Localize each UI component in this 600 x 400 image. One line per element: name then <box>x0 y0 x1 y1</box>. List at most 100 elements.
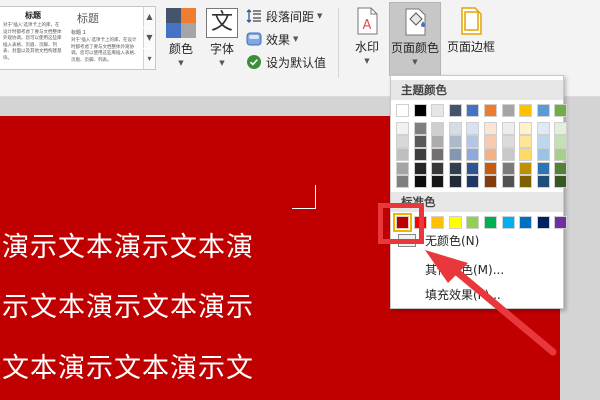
theme-shade-swatch[interactable] <box>484 148 497 162</box>
style-thumb-2[interactable]: 标题 标题 1 对于'插入'选项卡上的库，在设计时都考虑了要与文档整体外观协调。… <box>67 7 143 69</box>
theme-color-swatch[interactable] <box>484 104 497 117</box>
theme-shade-swatch[interactable] <box>413 135 427 149</box>
theme-shade-swatch[interactable] <box>396 174 409 188</box>
theme-shade-swatch[interactable] <box>536 148 550 162</box>
standard-color-swatch[interactable] <box>448 216 462 229</box>
theme-shade-swatch[interactable] <box>466 148 480 162</box>
theme-shade-swatch[interactable] <box>448 148 462 162</box>
theme-shade-swatch[interactable] <box>501 135 515 149</box>
theme-shade-swatch[interactable] <box>536 161 550 175</box>
chevron-down-icon: ▼ <box>178 59 184 67</box>
theme-shade-swatch[interactable] <box>466 174 480 188</box>
theme-shade-swatch[interactable] <box>466 135 480 149</box>
standard-color-swatch[interactable] <box>431 216 445 229</box>
set-as-default-label: 设为默认值 <box>266 55 327 70</box>
paragraph-spacing-icon <box>246 8 262 24</box>
theme-shade-swatch[interactable] <box>554 174 568 188</box>
gallery-scroll-down[interactable]: ▼ <box>143 28 155 48</box>
standard-color-swatch[interactable] <box>519 216 533 229</box>
theme-shade-swatch[interactable] <box>519 122 533 135</box>
theme-color-swatch[interactable] <box>519 104 533 117</box>
document-text-line[interactable]: 演示文本演示文本演 <box>2 225 254 264</box>
style-gallery[interactable]: 标题 对于'插入'选项卡上的库，在设计时都考虑了要与文档整体外观协调。您可以使用… <box>0 6 156 70</box>
theme-shade-swatch[interactable] <box>396 135 409 149</box>
document-text-line[interactable]: 示文本演示文本演示 <box>2 285 254 324</box>
watermark-button[interactable]: A 水印 ▼ <box>347 6 387 65</box>
style-thumb-1[interactable]: 标题 对于'插入'选项卡上的库，在设计时都考虑了要与文档整体外观协调。您可以使用… <box>0 7 67 69</box>
theme-shade-swatch[interactable] <box>413 161 427 175</box>
theme-shade-swatch[interactable] <box>431 122 445 135</box>
theme-shade-swatch[interactable] <box>448 135 462 149</box>
theme-color-swatch[interactable] <box>431 104 445 117</box>
theme-shade-swatch[interactable] <box>448 174 462 188</box>
theme-shade-swatch[interactable] <box>501 174 515 188</box>
page-color-label: 页面颜色 <box>390 41 439 55</box>
theme-shade-swatch[interactable] <box>448 122 462 135</box>
standard-color-swatch[interactable] <box>501 216 515 229</box>
theme-shade-swatch[interactable] <box>413 148 427 162</box>
gallery-expand[interactable]: ▾ <box>143 49 155 69</box>
page-borders-button[interactable]: 页面边框 <box>445 6 497 55</box>
theme-color-swatch[interactable] <box>396 104 409 117</box>
more-colors-item[interactable]: 其他颜色(M)... <box>425 260 504 280</box>
set-as-default-button[interactable]: 设为默认值 <box>246 52 326 72</box>
theme-shade-swatch[interactable] <box>396 148 409 162</box>
theme-shade-swatch[interactable] <box>519 148 533 162</box>
theme-color-swatch[interactable] <box>536 104 550 117</box>
theme-shade-swatch[interactable] <box>536 174 550 188</box>
paragraph-spacing-button[interactable]: 段落间距 ▼ <box>246 6 322 26</box>
chevron-down-icon: ▼ <box>412 58 418 66</box>
theme-shade-swatch[interactable] <box>431 148 445 162</box>
theme-shade-swatch[interactable] <box>501 148 515 162</box>
theme-shade-swatch[interactable] <box>466 122 480 135</box>
document-text-line[interactable]: 文本演示文本演示文 <box>2 346 254 385</box>
theme-shade-swatch[interactable] <box>396 122 409 135</box>
style-thumb-1-body: 对于'插入'选项卡上的库，在设计时都考虑了要与文档整体外观协调。您可以使用这些库… <box>3 23 62 61</box>
theme-shade-swatch[interactable] <box>554 161 568 175</box>
no-color-item[interactable]: 无颜色(N) <box>425 231 479 251</box>
style-thumb-2-body: 对于'插入'选项卡上的库，在设计时都考虑了要与文档整体外观协调。您可以使用这些库… <box>71 38 139 63</box>
theme-shade-swatch[interactable] <box>554 135 568 149</box>
page-border-icon <box>456 6 486 36</box>
theme-shade-swatch[interactable] <box>431 174 445 188</box>
fonts-button[interactable]: 文 字体 ▼ <box>203 8 241 67</box>
theme-shade-swatch[interactable] <box>448 161 462 175</box>
chevron-down-icon: ▼ <box>317 12 323 20</box>
theme-color-swatch[interactable] <box>466 104 480 117</box>
theme-shade-swatch[interactable] <box>431 135 445 149</box>
theme-color-swatch[interactable] <box>448 104 462 117</box>
fill-effects-item[interactable]: 填充效果(F)... <box>425 285 501 305</box>
theme-shade-swatch[interactable] <box>484 135 497 149</box>
theme-shade-swatch[interactable] <box>396 161 409 175</box>
standard-color-swatch[interactable] <box>484 216 497 229</box>
standard-color-swatch[interactable] <box>554 216 568 229</box>
theme-shade-swatch[interactable] <box>536 135 550 149</box>
theme-color-swatch[interactable] <box>413 104 427 117</box>
theme-color-swatch[interactable] <box>554 104 568 117</box>
theme-color-swatch[interactable] <box>501 104 515 117</box>
standard-color-swatch[interactable] <box>466 216 480 229</box>
theme-shade-swatch[interactable] <box>519 174 533 188</box>
theme-shade-swatch[interactable] <box>536 122 550 135</box>
effects-button[interactable]: 效果 ▼ <box>246 29 298 49</box>
theme-shade-swatch[interactable] <box>501 161 515 175</box>
theme-shade-swatch[interactable] <box>519 135 533 149</box>
theme-shade-swatch[interactable] <box>484 161 497 175</box>
theme-shade-swatch[interactable] <box>431 161 445 175</box>
colors-button[interactable]: 颜色 ▼ <box>162 8 200 67</box>
page-color-dropdown: 主题颜色 标准色 无颜色(N) 其他颜色(M)... 填充效果(F)... <box>390 75 568 309</box>
theme-shade-swatch[interactable] <box>501 122 515 135</box>
theme-colors-header: 主题颜色 <box>391 80 563 100</box>
theme-shade-swatch[interactable] <box>519 161 533 175</box>
theme-shade-swatch[interactable] <box>466 161 480 175</box>
theme-shade-swatch[interactable] <box>484 174 497 188</box>
standard-color-swatch[interactable] <box>536 216 550 229</box>
theme-shade-swatch[interactable] <box>413 122 427 135</box>
page-borders-label: 页面边框 <box>446 40 495 54</box>
gallery-scroll-up[interactable]: ▲ <box>143 7 155 27</box>
theme-shade-swatch[interactable] <box>484 122 497 135</box>
theme-shade-swatch[interactable] <box>554 122 568 135</box>
page-color-button[interactable]: 页面颜色 ▼ <box>389 2 441 76</box>
theme-shade-swatch[interactable] <box>413 174 427 188</box>
theme-shade-swatch[interactable] <box>554 148 568 162</box>
